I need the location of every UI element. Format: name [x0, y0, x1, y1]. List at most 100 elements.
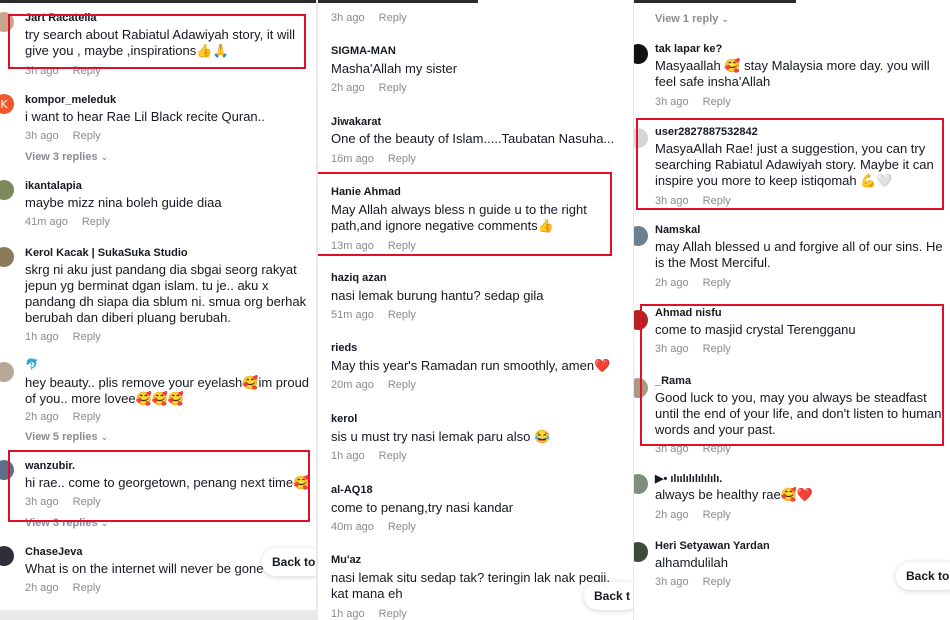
reply-button[interactable]: Reply: [703, 443, 731, 455]
comment-username[interactable]: _Rama: [655, 375, 691, 387]
reply-button[interactable]: Reply: [73, 331, 101, 343]
reply-button[interactable]: Reply: [73, 411, 101, 423]
comment-username[interactable]: kerol: [331, 413, 357, 425]
chevron-down-icon: ⌄: [100, 433, 109, 443]
comment-meta: 1h ago Reply: [25, 331, 101, 343]
view-replies-button[interactable]: View 3 replies ⌄: [25, 517, 108, 529]
comment-meta: 2h ago Reply: [25, 582, 101, 594]
comment-text: come to penang,try nasi kandar: [331, 500, 514, 515]
reply-button[interactable]: Reply: [73, 496, 101, 508]
avatar[interactable]: [0, 12, 14, 32]
back-to-top-button[interactable]: Back to: [896, 562, 950, 590]
comment-username[interactable]: Jiwakarat: [331, 116, 381, 128]
comment-meta: 3h ago Reply: [25, 496, 101, 508]
avatar[interactable]: [634, 44, 648, 64]
reply-button[interactable]: Reply: [703, 96, 731, 108]
avatar[interactable]: [0, 362, 14, 382]
comment-username[interactable]: SIGMA-MAN: [331, 45, 396, 57]
avatar[interactable]: [634, 226, 648, 246]
avatar[interactable]: [0, 460, 14, 480]
avatar[interactable]: [634, 474, 648, 494]
view-replies-button[interactable]: View 1 reply ⌄: [655, 13, 729, 25]
comment-username[interactable]: Namskal: [655, 224, 700, 236]
comment-username[interactable]: ▶• ılıılılılılılılı.: [655, 472, 722, 485]
comment-username[interactable]: Ahmad nisfu: [655, 307, 722, 319]
comment-meta: 16m ago Reply: [331, 153, 416, 165]
comment-username[interactable]: 🐬: [25, 358, 39, 371]
panel-top-divider: [0, 0, 316, 3]
comment-username[interactable]: ikantalapia: [25, 180, 82, 192]
avatar[interactable]: [634, 378, 648, 398]
comment-time: 16m ago: [331, 153, 374, 165]
chevron-down-icon: ⌄: [721, 15, 729, 25]
chevron-down-icon: ⌄: [100, 153, 109, 163]
comment-time: 1h ago: [331, 450, 365, 462]
comment-text: What is on the internet will never be go…: [25, 561, 264, 576]
reply-button[interactable]: Reply: [388, 309, 416, 321]
reply-button[interactable]: Reply: [388, 153, 416, 165]
comment-text: i want to hear Rae Lil Black recite Qura…: [25, 109, 265, 124]
comment-username[interactable]: haziq azan: [331, 272, 387, 284]
back-to-top-button[interactable]: Back to: [262, 548, 316, 576]
comment-text: sis u must try nasi lemak paru also 😂: [331, 429, 551, 444]
view-replies-button[interactable]: View 3 replies ⌄: [25, 151, 108, 163]
avatar[interactable]: K: [0, 94, 14, 114]
avatar[interactable]: [634, 310, 648, 330]
view-replies-label: View 3 replies: [25, 517, 98, 529]
reply-button[interactable]: Reply: [388, 379, 416, 391]
comment-meta: 2h ago Reply: [655, 509, 731, 521]
view-replies-button[interactable]: View 5 replies ⌄: [25, 431, 108, 443]
reply-button[interactable]: Reply: [703, 277, 731, 289]
comment-meta: 1h ago Reply: [331, 450, 407, 462]
comment-text: always be healthy rae🥰❤️: [655, 487, 814, 502]
avatar[interactable]: [634, 128, 648, 148]
comment-username[interactable]: Mu'az: [331, 554, 361, 566]
comment-time: 3h ago: [655, 576, 689, 588]
reply-button[interactable]: Reply: [379, 82, 407, 94]
comment-text: Good luck to you, may you always be stea…: [655, 390, 942, 437]
reply-button[interactable]: Reply: [379, 12, 407, 24]
comment-text: One of the beauty of Islam.....Taubatan …: [331, 131, 615, 146]
avatar[interactable]: [0, 180, 14, 200]
comment-username[interactable]: Kerol Kacak | SukaSuka Studio: [25, 247, 188, 259]
reply-button[interactable]: Reply: [82, 216, 110, 228]
comment-time: 51m ago: [331, 309, 374, 321]
avatar[interactable]: [634, 542, 648, 562]
reply-button[interactable]: Reply: [73, 582, 101, 594]
comment-meta: 20m ago Reply: [331, 379, 416, 391]
comment-username[interactable]: kompor_meleduk: [25, 94, 116, 106]
comment-username[interactable]: wanzubir.: [25, 460, 75, 472]
comment-username[interactable]: rieds: [331, 342, 357, 354]
avatar[interactable]: [0, 546, 14, 566]
reply-button[interactable]: Reply: [703, 343, 731, 355]
reply-button[interactable]: Reply: [703, 576, 731, 588]
comment-time: 3h ago: [655, 343, 689, 355]
avatar[interactable]: [0, 247, 14, 267]
comment-text: MasyaAllah Rae! just a suggestion, you c…: [655, 141, 934, 188]
comment-time: 3h ago: [655, 96, 689, 108]
reply-button[interactable]: Reply: [703, 509, 731, 521]
comment-username[interactable]: user2827887532842: [655, 126, 758, 138]
comment-username[interactable]: ChaseJeva: [25, 546, 83, 558]
reply-button[interactable]: Reply: [73, 130, 101, 142]
comment-meta: 3h ago Reply: [655, 195, 731, 207]
comment-meta: 1h ago Reply: [331, 608, 407, 620]
comment-meta: 3h ago Reply: [331, 12, 407, 24]
comment-meta: 3h ago Reply: [25, 65, 101, 77]
comment-username[interactable]: tak lapar ke?: [655, 43, 722, 55]
comment-username[interactable]: Hanie Ahmad: [331, 186, 401, 198]
panel-top-divider: [318, 0, 478, 3]
reply-button[interactable]: Reply: [379, 450, 407, 462]
comment-username[interactable]: Heri Setyawan Yardan: [655, 540, 770, 552]
reply-button[interactable]: Reply: [73, 65, 101, 77]
comment-time: 1h ago: [331, 608, 365, 620]
reply-button[interactable]: Reply: [388, 240, 416, 252]
comment-meta: 40m ago Reply: [331, 521, 416, 533]
reply-button[interactable]: Reply: [388, 521, 416, 533]
comment-meta: 3h ago Reply: [25, 130, 101, 142]
reply-button[interactable]: Reply: [379, 608, 407, 620]
comment-username[interactable]: al-AQ18: [331, 484, 373, 496]
back-to-top-button[interactable]: Back t: [584, 582, 633, 610]
reply-button[interactable]: Reply: [703, 195, 731, 207]
comment-username[interactable]: Jart Racatella: [25, 12, 97, 24]
